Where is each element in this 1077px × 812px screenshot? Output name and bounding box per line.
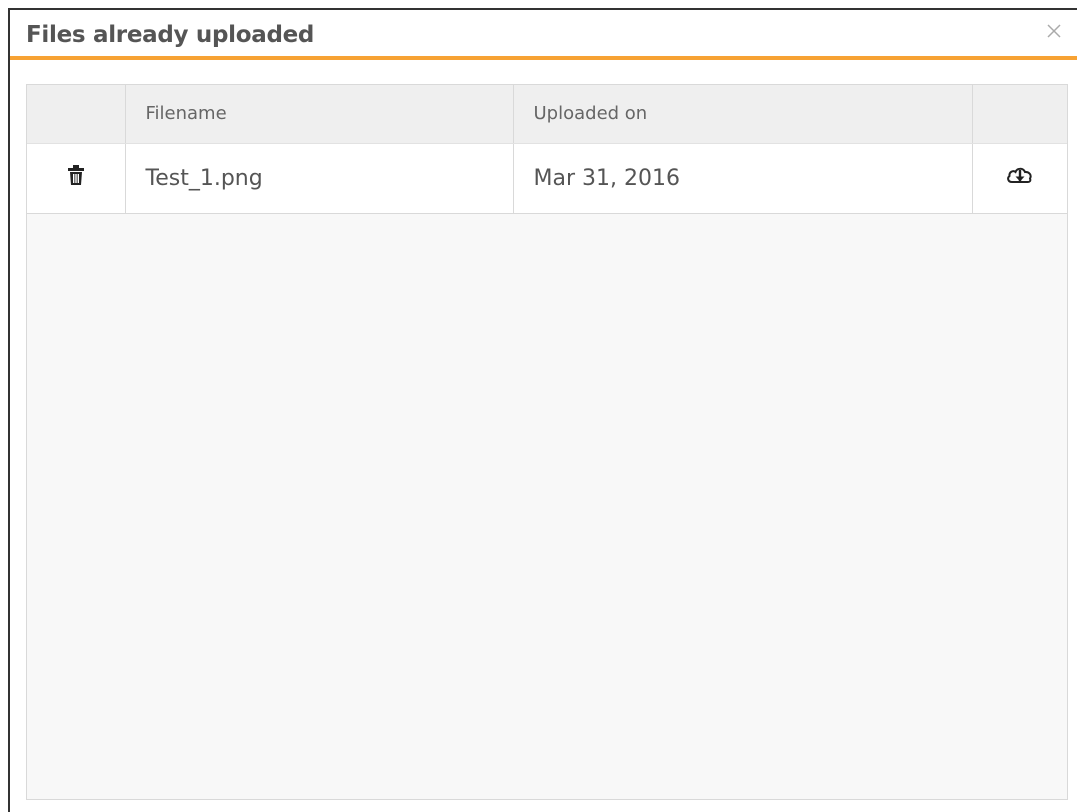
trash-icon bbox=[67, 165, 84, 185]
column-header-filename[interactable]: Filename bbox=[125, 85, 514, 144]
delete-button[interactable] bbox=[67, 164, 85, 192]
files-dialog: Files already uploaded Filename Uploaded… bbox=[8, 8, 1077, 812]
download-button[interactable] bbox=[1006, 164, 1034, 192]
dialog-title: Files already uploaded bbox=[26, 22, 315, 48]
dialog-header: Files already uploaded bbox=[10, 10, 1077, 60]
column-header-actions bbox=[27, 85, 126, 144]
delete-cell bbox=[27, 143, 126, 213]
close-icon bbox=[1047, 24, 1061, 38]
close-button[interactable] bbox=[1043, 20, 1065, 42]
files-table: Filename Uploaded on Test_1.png Mar 31, … bbox=[26, 84, 1068, 800]
cloud-download-icon bbox=[1006, 167, 1032, 183]
uploaded-on-cell: Mar 31, 2016 bbox=[513, 143, 973, 213]
table-row: Test_1.png Mar 31, 2016 bbox=[27, 143, 1067, 213]
filename-cell: Test_1.png bbox=[125, 143, 514, 213]
column-header-download bbox=[972, 85, 1067, 144]
download-cell bbox=[972, 143, 1067, 213]
column-header-uploaded-on[interactable]: Uploaded on bbox=[513, 85, 973, 144]
table-header-row: Filename Uploaded on bbox=[27, 85, 1067, 144]
